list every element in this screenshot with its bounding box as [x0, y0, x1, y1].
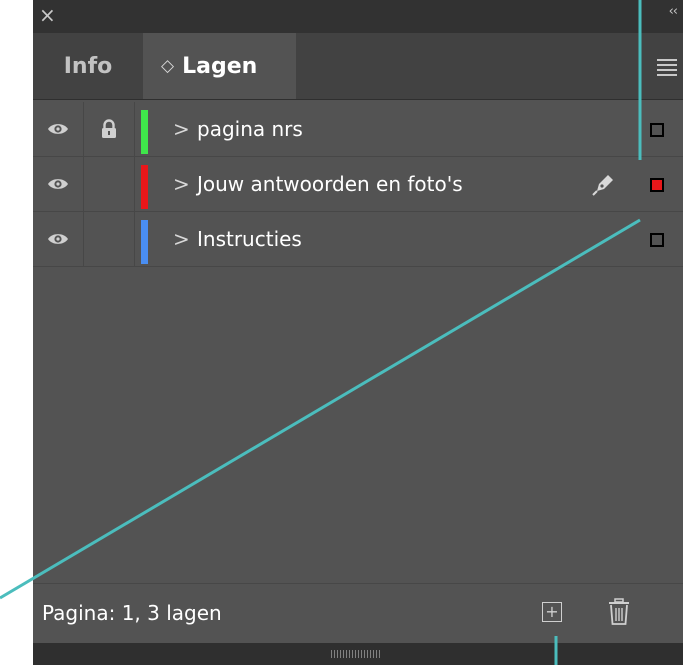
layer-name[interactable]: Jouw antwoorden en foto's: [197, 157, 463, 211]
panel-menu-icon[interactable]: [657, 59, 677, 79]
layer-row[interactable]: > Instructies: [33, 212, 683, 267]
expand-chevron-icon[interactable]: >: [173, 212, 190, 266]
layer-row[interactable]: > pagina nrs: [33, 102, 683, 157]
panel-title-bar: × ‹‹: [33, 0, 683, 33]
plus-square-icon: +: [545, 602, 559, 621]
visibility-toggle[interactable]: [33, 157, 84, 211]
layer-row[interactable]: > Jouw antwoorden en foto's: [33, 157, 683, 212]
layer-color-swatch: [141, 165, 148, 209]
expand-chevron-icon[interactable]: >: [173, 157, 190, 211]
layer-count-status: Pagina: 1, 3 lagen: [42, 601, 222, 625]
close-icon[interactable]: ×: [39, 4, 56, 26]
layer-list: > pagina nrs > Jouw antwoorden en foto's: [33, 102, 683, 267]
resize-bar[interactable]: [33, 643, 683, 665]
trash-icon[interactable]: [608, 598, 630, 626]
eye-icon: [48, 179, 68, 189]
collapse-panel-icon[interactable]: ‹‹: [669, 4, 678, 19]
selection-indicator[interactable]: [650, 178, 664, 192]
layer-color-swatch: [141, 220, 148, 264]
layers-panel: × ‹‹ Info ◇ Lagen > pagina nrs > Jouw an…: [33, 0, 683, 665]
pen-icon: [592, 175, 613, 196]
tab-info[interactable]: Info: [33, 33, 143, 99]
layer-name[interactable]: pagina nrs: [197, 102, 303, 156]
lock-toggle[interactable]: [84, 212, 135, 266]
lock-toggle[interactable]: [84, 157, 135, 211]
tab-lagen-label: Lagen: [182, 53, 258, 79]
expand-chevron-icon[interactable]: >: [173, 102, 190, 156]
lock-toggle[interactable]: [84, 102, 135, 156]
new-layer-button[interactable]: +: [542, 602, 562, 622]
visibility-toggle[interactable]: [33, 212, 84, 266]
tab-toggle-icon: ◇: [161, 56, 175, 76]
resize-grip-icon[interactable]: [331, 650, 381, 658]
visibility-toggle[interactable]: [33, 102, 84, 156]
selection-indicator[interactable]: [650, 233, 664, 247]
tab-info-label: Info: [63, 53, 113, 79]
tab-bar: Info ◇ Lagen: [33, 33, 683, 100]
panel-footer: Pagina: 1, 3 lagen +: [33, 583, 683, 644]
layer-name[interactable]: Instructies: [197, 212, 302, 266]
layer-color-swatch: [141, 110, 148, 154]
lock-icon: [102, 119, 116, 138]
eye-icon: [48, 234, 68, 244]
selection-indicator[interactable]: [650, 123, 664, 137]
tab-lagen[interactable]: ◇ Lagen: [143, 33, 296, 99]
eye-icon: [48, 124, 68, 134]
